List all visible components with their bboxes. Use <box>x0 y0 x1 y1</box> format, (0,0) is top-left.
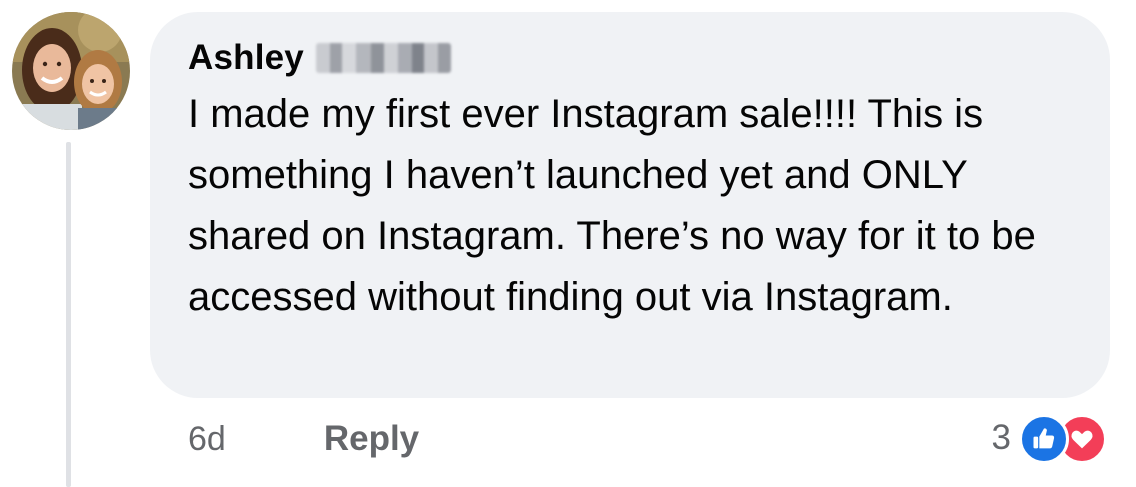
comment-footer: 6d Reply <box>188 416 419 462</box>
highlighted-text: I made my first ever Instagram sale!!!! <box>188 92 858 138</box>
like-icon <box>1019 414 1069 464</box>
comment-author[interactable]: Ashley <box>188 36 451 80</box>
reaction-icons[interactable] <box>1019 412 1114 464</box>
reply-button[interactable]: Reply <box>324 419 419 459</box>
timestamp[interactable]: 6d <box>188 420 226 459</box>
avatar[interactable] <box>12 12 130 130</box>
blurred-surname <box>315 43 451 73</box>
reactions-summary[interactable]: 3 <box>992 412 1114 464</box>
avatar-photo <box>12 12 130 130</box>
author-name[interactable]: Ashley <box>188 38 304 78</box>
reaction-count[interactable]: 3 <box>992 418 1011 458</box>
thread-line <box>66 142 71 487</box>
comment-text: I made my first ever Instagram sale!!!! … <box>188 84 1088 328</box>
